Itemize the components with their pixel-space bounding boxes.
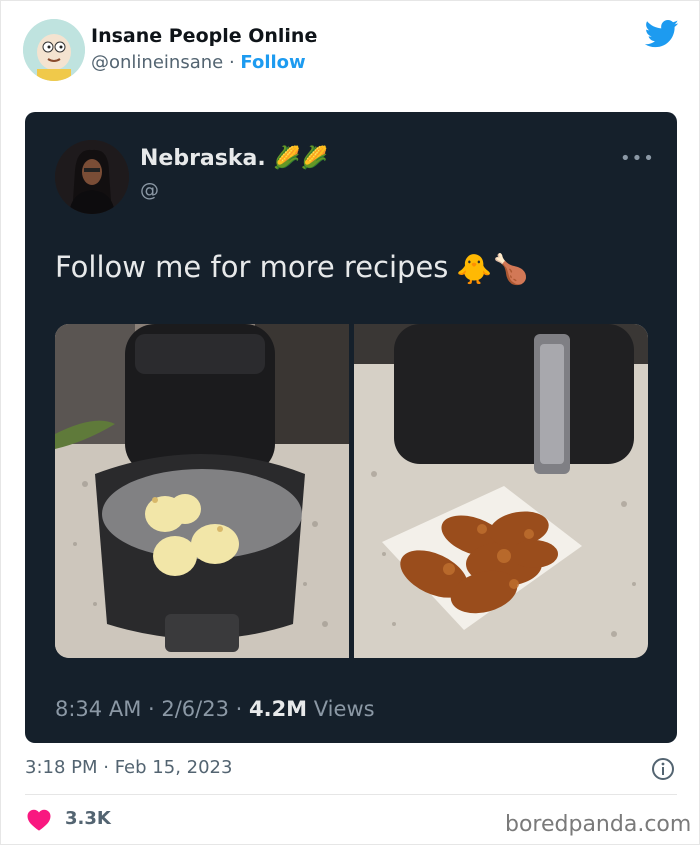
divider xyxy=(25,794,677,795)
embedded-display-name: Nebraska. 🌽🌽 xyxy=(140,146,328,171)
chick-drumstick-emojis: 🐥🍗 xyxy=(456,251,529,286)
embedded-handle: @ xyxy=(140,179,159,201)
embedded-time: 8:34 AM xyxy=(55,697,142,721)
follow-button[interactable]: Follow xyxy=(240,52,305,73)
embedded-date: 2/6/23 xyxy=(161,697,229,721)
author-handle-row: @onlineinsane · Follow xyxy=(91,52,306,73)
views-label: Views xyxy=(313,697,375,721)
embedded-meta-row: 8:34 AM · 2/6/23 · 4.2M Views xyxy=(55,697,375,721)
embedded-tweet-text-row: Follow me for more recipes 🐥🍗 xyxy=(55,250,529,287)
embedded-name-text: Nebraska. xyxy=(140,146,266,171)
like-count[interactable]: 3.3K xyxy=(65,808,111,829)
corn-emojis: 🌽🌽 xyxy=(273,146,329,171)
photo-chicks-airfryer xyxy=(55,324,349,658)
handle-separator: · xyxy=(223,52,241,73)
meta-dot: · xyxy=(228,697,249,721)
author-name[interactable]: Insane People Online xyxy=(91,25,317,47)
meta-dot: · xyxy=(141,697,162,721)
twitter-bird-icon[interactable] xyxy=(645,19,679,49)
embedded-tweet-text: Follow me for more recipes xyxy=(55,250,449,284)
views-count: 4.2M xyxy=(248,697,308,721)
heart-icon[interactable] xyxy=(27,809,51,831)
embedded-avatar xyxy=(55,140,129,214)
author-avatar[interactable] xyxy=(23,19,85,81)
tweet-card: Insane People Online @onlineinsane · Fol… xyxy=(0,0,700,845)
embedded-tweet-image[interactable]: Nebraska. 🌽🌽 @ ••• Follow me for more re… xyxy=(25,112,677,743)
info-icon[interactable] xyxy=(651,757,675,781)
photo-fried-chicken xyxy=(354,324,648,658)
more-dots-icon: ••• xyxy=(620,148,655,169)
boredpanda-watermark: boredpanda.com xyxy=(505,812,692,837)
tweet-timestamp[interactable]: 3:18 PM · Feb 15, 2023 xyxy=(25,757,232,778)
author-handle[interactable]: @onlineinsane xyxy=(91,52,223,73)
